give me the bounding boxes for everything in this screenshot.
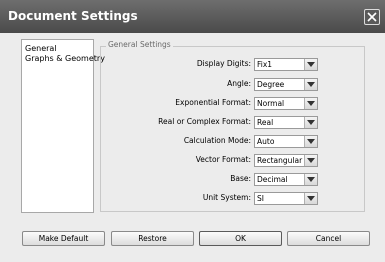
vector-format-label: Vector Format: [195,155,251,164]
make-default-button[interactable]: Make Default [22,231,105,246]
exponential-format-value: Normal [257,99,285,108]
restore-button[interactable]: Restore [111,231,194,246]
angle-select[interactable]: Degree [254,78,318,91]
chevron-down-icon [307,62,315,67]
calculation-mode-select[interactable]: Auto [254,135,318,148]
vector-format-select[interactable]: Rectangular [254,154,318,167]
real-complex-format-value: Real [257,118,274,127]
dropdown-arrow-button[interactable] [304,155,317,166]
display-digits-value: Fix1 [257,60,273,69]
dropdown-arrow-button[interactable] [304,136,317,147]
unit-system-label: Unit System: [202,193,251,202]
settings-category-list: General Graphs & Geometry [21,39,105,213]
base-value: Decimal [257,175,288,184]
base-label: Base: [230,174,251,183]
display-digits-select[interactable]: Fix1 [254,58,318,71]
real-complex-format-select[interactable]: Real [254,116,318,129]
chevron-down-icon [307,158,315,163]
vector-format-value: Rectangular [257,156,303,165]
document-settings-dialog: Document Settings General Graphs & Geome… [0,0,385,262]
chevron-down-icon [307,139,315,144]
dialog-title: Document Settings [8,9,138,23]
cancel-button[interactable]: Cancel [287,231,370,246]
angle-label: Angle: [227,79,251,88]
unit-system-value: SI [257,194,264,203]
nav-item-general[interactable]: General [25,44,57,54]
dropdown-arrow-button[interactable] [304,59,317,70]
display-digits-label: Display Digits: [196,59,251,68]
chevron-down-icon [307,177,315,182]
dropdown-arrow-button[interactable] [304,117,317,128]
angle-value: Degree [257,80,285,89]
nav-item-graphs-geometry[interactable]: Graphs & Geometry [25,54,105,64]
group-label: General Settings [106,40,173,50]
close-button[interactable] [364,9,380,25]
title-bar: Document Settings [0,0,385,33]
ok-button[interactable]: OK [199,231,282,246]
dropdown-arrow-button[interactable] [304,98,317,109]
calculation-mode-value: Auto [257,137,275,146]
base-select[interactable]: Decimal [254,173,318,186]
close-icon [367,12,377,22]
dropdown-arrow-button[interactable] [304,79,317,90]
calculation-mode-label: Calculation Mode: [183,136,251,145]
dropdown-arrow-button[interactable] [304,193,317,204]
chevron-down-icon [307,101,315,106]
chevron-down-icon [307,120,315,125]
unit-system-select[interactable]: SI [254,192,318,205]
chevron-down-icon [307,196,315,201]
exponential-format-select[interactable]: Normal [254,97,318,110]
exponential-format-label: Exponential Format: [175,98,251,107]
real-complex-format-label: Real or Complex Format: [158,117,251,126]
general-settings-group [100,46,365,212]
dropdown-arrow-button[interactable] [304,174,317,185]
chevron-down-icon [307,82,315,87]
